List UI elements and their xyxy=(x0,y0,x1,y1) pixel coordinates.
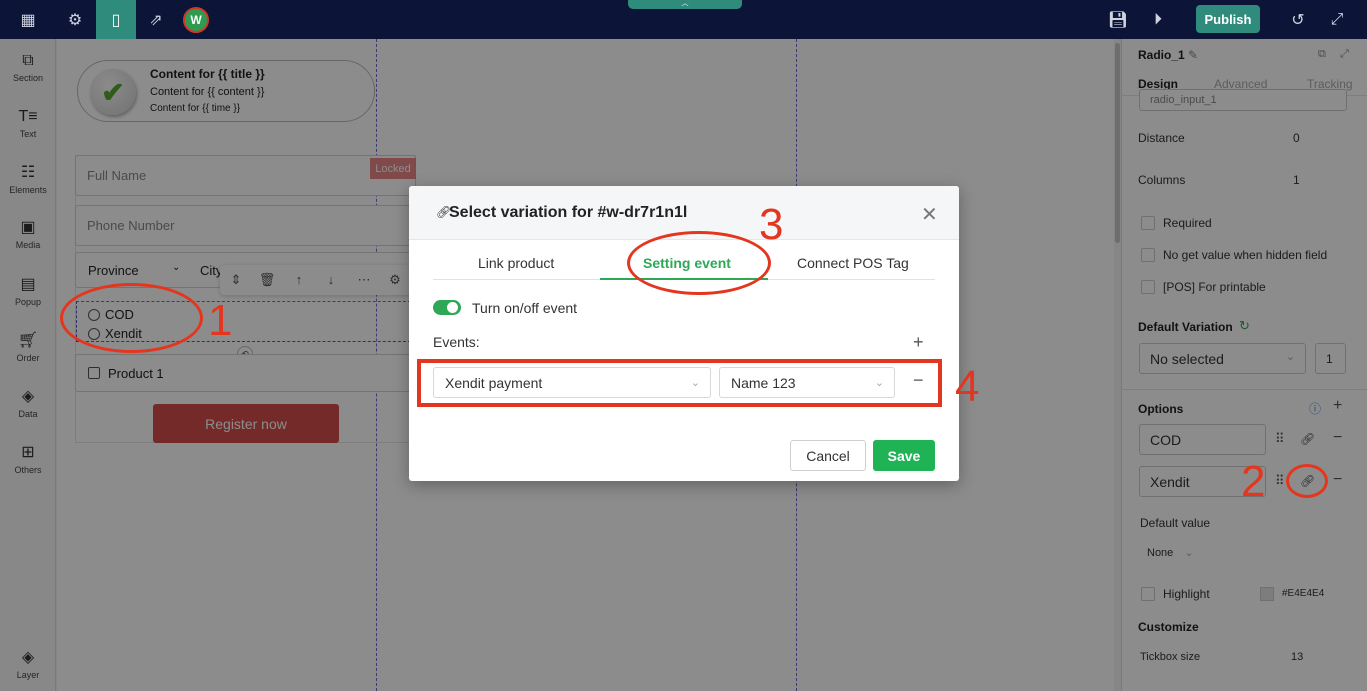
save-button[interactable]: Save xyxy=(873,440,935,471)
event-toggle[interactable] xyxy=(433,300,461,315)
publish-button[interactable]: Publish xyxy=(1196,5,1260,33)
annotation-number: 3 xyxy=(759,200,784,249)
events-label: Events: xyxy=(433,334,480,350)
annotation-number: 2 xyxy=(1241,457,1266,506)
select-variation-modal: 🔗︎ Select variation for #w-dr7r1n1l ✕ Li… xyxy=(409,186,959,481)
annotation-rectangle xyxy=(417,359,942,407)
modal-title: Select variation for #w-dr7r1n1l xyxy=(449,204,688,221)
close-icon[interactable]: ✕ xyxy=(921,202,938,227)
fullscreen-icon[interactable]: ⤢ xyxy=(1317,0,1357,39)
annotation-ellipse xyxy=(60,283,203,353)
save-icon[interactable]: 💾︎ xyxy=(1098,0,1138,39)
toggle-label: Turn on/off event xyxy=(472,300,578,316)
tab-link-product[interactable]: Link product xyxy=(478,255,554,271)
add-event-icon[interactable]: + xyxy=(913,332,924,353)
tab-connect-pos-tag[interactable]: Connect POS Tag xyxy=(797,255,909,271)
play-icon[interactable]: ⏵ xyxy=(1138,0,1178,39)
chevron-up-icon[interactable]: ︿ xyxy=(628,0,742,9)
toggle-knob xyxy=(447,302,458,313)
annotation-ellipse xyxy=(627,231,771,295)
gear-icon[interactable]: ⚙ xyxy=(55,0,95,39)
cancel-button[interactable]: Cancel xyxy=(790,440,866,471)
history-icon[interactable]: ↺ xyxy=(1278,0,1318,39)
grid-icon[interactable]: ▦ xyxy=(8,0,48,39)
share-icon[interactable]: ⇗ xyxy=(136,0,176,39)
annotation-number: 4 xyxy=(955,362,980,411)
annotation-ellipse xyxy=(1286,464,1328,498)
brand-logo[interactable]: W xyxy=(183,7,209,33)
top-bar: ▦ ⚙ ▯ ⇗ W ︿ 💾︎ ⏵ Publish ↺ ⤢ xyxy=(0,0,1367,39)
mobile-icon[interactable]: ▯ xyxy=(96,0,136,39)
annotation-number: 1 xyxy=(208,296,233,345)
